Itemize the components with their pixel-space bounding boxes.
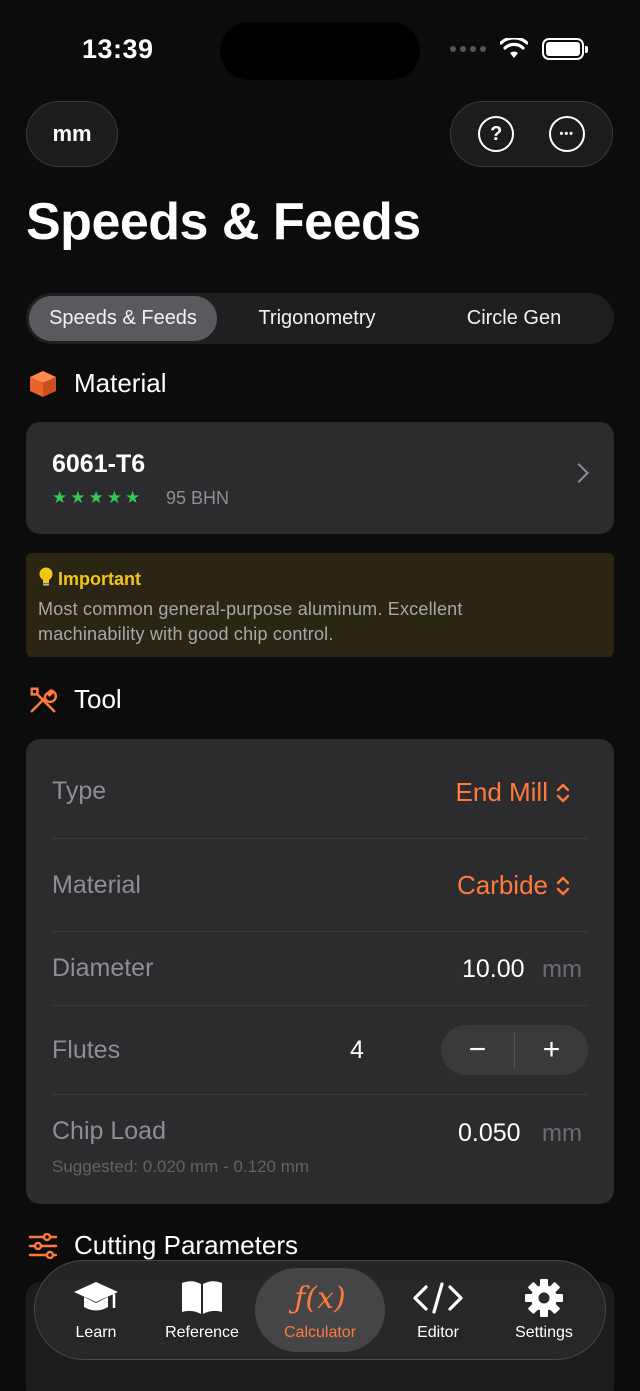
tool-material-value: Carbide — [456, 870, 548, 900]
chevron-up-down-icon — [556, 782, 570, 804]
chip-load-label: Chip Load — [52, 1117, 166, 1145]
tools-icon — [28, 685, 58, 715]
segment-trigonometry[interactable]: Trigonometry — [217, 296, 417, 341]
divider — [52, 1094, 588, 1095]
tab-label: Calculator — [283, 1324, 357, 1341]
tool-material-picker[interactable]: Carbide — [457, 870, 570, 901]
flutes-increment-button[interactable]: + — [515, 1025, 588, 1075]
battery-icon — [542, 38, 588, 60]
important-note: Important Most common general-purpose al… — [26, 553, 614, 657]
flutes-stepper: − + — [441, 1025, 588, 1075]
tool-type-value: End Mill — [455, 777, 548, 807]
dynamic-island — [220, 22, 420, 80]
unit-toggle-button[interactable]: mm — [26, 101, 118, 167]
status-indicators — [450, 38, 588, 60]
calculator-segmented-control: Speeds & Feeds Trigonometry Circle Gen — [26, 293, 614, 344]
tool-type-label: Type — [52, 777, 107, 805]
cutting-section-header: Cutting Parameters — [28, 1230, 298, 1261]
material-name: 6061-T6 — [52, 450, 146, 478]
code-icon — [412, 1278, 464, 1318]
diameter-unit: mm — [542, 956, 582, 983]
bottom-tab-bar: Learn Reference ƒ(x) Calculator Editor S… — [34, 1260, 606, 1360]
divider — [52, 1005, 588, 1006]
segment-speeds-feeds[interactable]: Speeds & Feeds — [29, 296, 217, 341]
tool-type-picker[interactable]: End Mill — [456, 777, 570, 808]
diameter-input[interactable]: 10.00 — [462, 955, 525, 984]
note-text: Most common general-purpose aluminum. Ex… — [38, 597, 602, 647]
tool-section-title: Tool — [74, 684, 122, 714]
material-section-header: Material — [28, 368, 166, 399]
cellular-signal-icon — [450, 46, 486, 52]
flutes-decrement-button[interactable]: − — [441, 1025, 514, 1075]
flutes-label: Flutes — [52, 1036, 121, 1064]
book-icon — [179, 1278, 225, 1318]
material-selector-card[interactable]: 6061-T6 ★★★★★ 95 BHN — [26, 422, 614, 534]
chevron-right-icon — [569, 463, 589, 483]
tab-editor[interactable]: Editor — [385, 1268, 491, 1352]
note-title: Important — [58, 569, 141, 589]
flutes-value: 4 — [350, 1036, 364, 1064]
tab-label: Settings — [515, 1324, 573, 1341]
divider — [52, 838, 588, 839]
tab-settings[interactable]: Settings — [491, 1268, 597, 1352]
wifi-icon — [500, 38, 528, 58]
page-title: Speeds & Feeds — [26, 193, 421, 251]
more-icon[interactable]: ••• — [548, 116, 585, 152]
tab-label: Learn — [75, 1324, 117, 1341]
chip-load-unit: mm — [542, 1120, 582, 1147]
tab-reference[interactable]: Reference — [149, 1268, 255, 1352]
cube-icon — [28, 369, 58, 399]
note-text-line: machinability with good chip control. — [38, 624, 334, 644]
diameter-label: Diameter — [52, 954, 154, 982]
material-rating-stars: ★★★★★ — [52, 488, 144, 507]
divider — [52, 931, 588, 932]
tool-material-label: Material — [52, 871, 141, 899]
tool-settings-card: Type End Mill Material Carbide Diameter … — [26, 739, 614, 1204]
material-section-title: Material — [74, 368, 167, 398]
tool-section-header: Tool — [28, 684, 122, 715]
tab-label: Editor — [417, 1324, 459, 1341]
cutting-section-title: Cutting Parameters — [74, 1230, 298, 1260]
status-time: 13:39 — [82, 34, 154, 64]
chip-load-input[interactable]: 0.050 — [458, 1119, 521, 1148]
material-hardness: 95 BHN — [166, 488, 230, 508]
tab-learn[interactable]: Learn — [43, 1268, 149, 1352]
help-icon[interactable]: ? — [478, 116, 515, 152]
sliders-icon — [28, 1231, 58, 1261]
tab-label: Reference — [165, 1324, 239, 1341]
note-text-line: Most common general-purpose aluminum. Ex… — [38, 599, 463, 619]
graduation-cap-icon — [72, 1278, 120, 1318]
segment-circle-gen[interactable]: Circle Gen — [417, 296, 611, 341]
note-title-row: Important — [38, 567, 602, 592]
gear-icon — [524, 1278, 564, 1318]
header-actions: ? ••• — [450, 101, 613, 167]
lightbulb-icon — [38, 567, 54, 592]
tab-calculator[interactable]: ƒ(x) Calculator — [255, 1268, 385, 1352]
chevron-up-down-icon — [556, 875, 570, 897]
chip-load-suggestion: Suggested: 0.020 mm - 0.120 mm — [52, 1157, 310, 1176]
function-icon: ƒ(x) — [294, 1280, 346, 1316]
